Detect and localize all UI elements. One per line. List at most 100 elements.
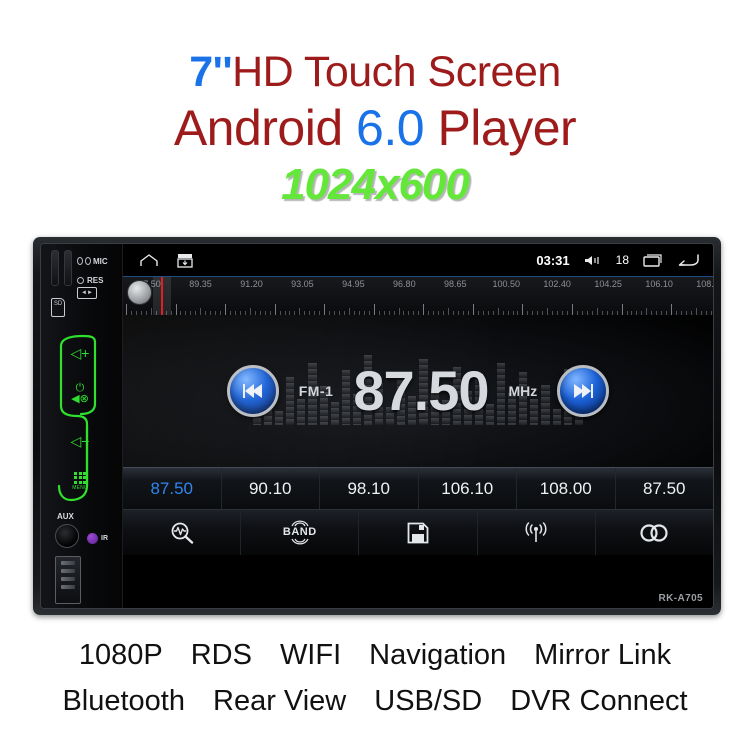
scale-tick-label: 104.25 (594, 279, 622, 289)
feature-item: 1080P (78, 639, 163, 671)
reset-label: RES (87, 276, 104, 285)
band-signal-icon: BAND (283, 519, 317, 546)
band-indicator: FM-1 (298, 383, 334, 399)
speaker-plus-icon: ◁+ (70, 345, 90, 361)
frequency-display: 87.50 (353, 359, 489, 422)
ir-sensor-icon (87, 533, 98, 544)
save-button[interactable] (359, 510, 478, 555)
stereo-button[interactable] (596, 510, 713, 555)
antenna-signal-icon (525, 521, 547, 542)
preset-button-3[interactable]: 98.10 (320, 468, 419, 509)
android-version-text: 6.0 (356, 100, 425, 156)
scale-tick-label: 93.05 (291, 279, 314, 289)
volume-level-text: 18 (615, 253, 629, 267)
preset-button-1[interactable]: 87.50 (123, 468, 222, 509)
vent-slot (64, 250, 72, 286)
stereo-icon (640, 523, 669, 542)
menu-button[interactable]: MENU (65, 468, 95, 494)
resolution-text: 1024x600 (281, 160, 470, 209)
feature-item: DVR Connect (510, 685, 688, 717)
band-button[interactable]: BAND (241, 510, 360, 555)
scan-button[interactable] (123, 510, 242, 555)
radio-toolbar: BAND (123, 509, 713, 555)
mute-icon: ◀⊗ (71, 393, 89, 405)
home-icon[interactable] (139, 253, 159, 267)
ir-label: IR (101, 535, 108, 542)
scale-tick-label: 98.65 (444, 279, 467, 289)
status-bar-right: 03:31 18 (536, 253, 703, 268)
tuning-needle (161, 277, 163, 315)
touch-screen: 03:31 18 87.50 89.35 91.20 93.05 94.95 9… (123, 244, 713, 608)
back-icon[interactable] (677, 253, 699, 267)
device-bezel: MIC RES SD ◁+ ⏻ ◀⊗ (40, 243, 714, 609)
menu-label: MENU (72, 484, 88, 491)
scale-tick-label: 108.00 (696, 279, 713, 289)
clock-text: 03:31 (536, 252, 570, 268)
player-text: Player (424, 100, 577, 156)
scale-ticks (123, 299, 713, 315)
previous-station-button[interactable] (226, 365, 279, 417)
frequency-scale[interactable]: 87.50 89.35 91.20 93.05 94.95 96.80 98.65 100.5… (123, 277, 713, 315)
power-mute-button[interactable]: ⏻ ◀⊗ (65, 381, 95, 407)
model-number-label: RK-A705 (658, 593, 703, 604)
preset-button-5[interactable]: 108.00 (517, 468, 616, 509)
volume-icon[interactable] (584, 254, 602, 267)
scale-tick-labels: 87.50 89.35 91.20 93.05 94.95 96.80 98.65 100.5… (123, 279, 713, 293)
scale-tick-label: 100.50 (492, 279, 520, 289)
headline-line-1: 7''HD Touch Screen (0, 46, 750, 98)
floppy-save-icon (407, 522, 429, 543)
sd-card-slot-icon[interactable]: SD (51, 298, 65, 317)
car-stereo-device: MIC RES SD ◁+ ⏻ ◀⊗ (33, 237, 721, 615)
tuning-knob[interactable] (127, 280, 152, 305)
feature-item: RDS (190, 639, 252, 671)
aux-jack[interactable] (55, 524, 79, 548)
microphone-icon (77, 257, 91, 265)
tuner-row: FM-1 87.50 MHz (226, 359, 610, 422)
preset-station-row: 87.50 90.10 98.10 106.10 108.00 87.50 (123, 467, 713, 509)
volume-up-button[interactable]: ◁+ (65, 340, 95, 366)
next-station-button[interactable] (557, 365, 610, 417)
hd-touch-text: HD Touch Screen (232, 48, 561, 96)
screenshot-icon[interactable] (177, 253, 193, 268)
mic-label: MIC (93, 257, 108, 266)
antenna-button[interactable] (478, 510, 596, 555)
scale-tick-label: 91.20 (240, 279, 263, 289)
usb-port[interactable] (55, 556, 81, 604)
left-control-panel: MIC RES SD ◁+ ⏻ ◀⊗ (41, 244, 123, 608)
android-text: Android (173, 100, 357, 156)
next-track-icon (574, 384, 594, 398)
scale-tick-label: 89.35 (189, 279, 212, 289)
feature-list: 1080P RDS WIFI Navigation Mirror Link Blueto… (0, 632, 750, 724)
menu-grid-icon (74, 471, 86, 484)
feature-item: USB/SD (374, 685, 483, 717)
speaker-minus-icon: ◁− (70, 433, 90, 449)
vent-slot (51, 250, 59, 286)
tuner-display: FM-1 87.50 MHz (123, 315, 713, 467)
frequency-unit: MHz (508, 383, 538, 399)
band-label: BAND (282, 526, 317, 538)
feature-item: Bluetooth (62, 685, 185, 717)
status-bar-left (133, 253, 193, 268)
backlit-button-rail: ◁+ ⏻ ◀⊗ ◁− MENU (53, 334, 105, 504)
preset-button-4[interactable]: 106.10 (419, 468, 517, 509)
feature-row-1: 1080P RDS WIFI Navigation Mirror Link (0, 632, 750, 678)
preset-button-2[interactable]: 90.10 (222, 468, 320, 509)
previous-track-icon (242, 384, 262, 398)
reset-hole-icon[interactable] (77, 277, 84, 284)
scale-tick-label: 94.95 (342, 279, 365, 289)
screen-size-text: 7'' (189, 48, 233, 96)
reset-arrows-icon (77, 287, 97, 299)
feature-item: Rear View (213, 685, 347, 717)
preset-button-6[interactable]: 87.50 (616, 468, 714, 509)
scale-tick-label: 102.40 (543, 279, 571, 289)
feature-row-2: Bluetooth Rear View USB/SD DVR Connect (0, 678, 750, 724)
feature-item: Navigation (369, 639, 507, 671)
recents-icon[interactable] (643, 253, 663, 267)
aux-label: AUX (57, 512, 74, 521)
marketing-headline: 7''HD Touch Screen Android 6.0 Player 10… (0, 0, 750, 212)
search-waveform-icon (171, 522, 193, 544)
scale-tick-label: 106.10 (645, 279, 673, 289)
feature-item: Mirror Link (534, 639, 672, 671)
volume-down-button[interactable]: ◁− (65, 428, 95, 454)
android-status-bar: 03:31 18 (123, 244, 713, 277)
